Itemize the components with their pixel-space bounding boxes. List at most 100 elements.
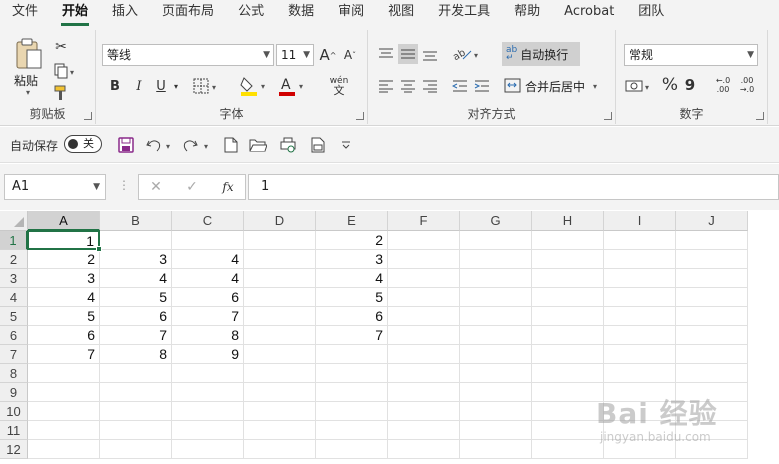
cell-b1[interactable] — [100, 231, 172, 250]
cell-g12[interactable] — [460, 440, 532, 459]
cell-b9[interactable] — [100, 383, 172, 402]
cell-e7[interactable] — [316, 345, 388, 364]
cell-e9[interactable] — [316, 383, 388, 402]
cell-j3[interactable] — [676, 269, 748, 288]
formula-input[interactable]: 1 — [248, 174, 779, 200]
cell-j1[interactable] — [676, 231, 748, 250]
cell-h8[interactable] — [532, 364, 604, 383]
font-color-icon[interactable]: A ▾ — [276, 74, 310, 98]
chevron-down-icon[interactable]: ▾ — [170, 76, 182, 96]
cell-h1[interactable] — [532, 231, 604, 250]
format-painter-icon[interactable] — [52, 84, 70, 102]
cell-j6[interactable] — [676, 326, 748, 345]
enter-icon[interactable]: ✓ — [183, 178, 201, 196]
cell-a6[interactable]: 6 — [28, 326, 100, 345]
undo-icon[interactable]: ▾ — [144, 135, 176, 155]
cell-d6[interactable] — [244, 326, 316, 345]
tab-help[interactable]: 帮助 — [502, 0, 552, 26]
cell-e5[interactable]: 6 — [316, 307, 388, 326]
cell-c8[interactable] — [172, 364, 244, 383]
save-icon[interactable] — [116, 135, 136, 155]
cell-g1[interactable] — [460, 231, 532, 250]
increase-decimal-icon[interactable]: ←.0.00 — [712, 74, 734, 96]
cell-c7[interactable]: 9 — [172, 345, 244, 364]
align-center-icon[interactable] — [398, 76, 418, 96]
insert-function-button[interactable]: fx — [217, 178, 239, 196]
italic-button[interactable]: I — [130, 76, 148, 96]
cell-f10[interactable] — [388, 402, 460, 421]
cell-a4[interactable]: 4 — [28, 288, 100, 307]
align-bottom-icon[interactable] — [420, 44, 440, 64]
cell-a3[interactable]: 3 — [28, 269, 100, 288]
merge-center-button[interactable]: 合并后居中 ▾ — [504, 76, 604, 96]
cell-c5[interactable]: 7 — [172, 307, 244, 326]
column-header-j[interactable]: J — [676, 211, 748, 231]
increase-indent-icon[interactable] — [472, 76, 492, 96]
cell-b10[interactable] — [100, 402, 172, 421]
cell-b6[interactable]: 7 — [100, 326, 172, 345]
column-header-f[interactable]: F — [388, 211, 460, 231]
bold-button[interactable]: B — [106, 76, 124, 96]
cell-i3[interactable] — [604, 269, 676, 288]
cell-f6[interactable] — [388, 326, 460, 345]
tab-view[interactable]: 视图 — [376, 0, 426, 26]
cell-g2[interactable] — [460, 250, 532, 269]
phonetic-guide-button[interactable]: wén 文 — [322, 74, 356, 98]
cell-f12[interactable] — [388, 440, 460, 459]
tab-team[interactable]: 团队 — [626, 0, 676, 26]
cell-h12[interactable] — [532, 440, 604, 459]
cell-a11[interactable] — [28, 421, 100, 440]
cell-c12[interactable] — [172, 440, 244, 459]
percent-style-button[interactable]: % — [660, 74, 680, 96]
cell-h3[interactable] — [532, 269, 604, 288]
cell-e10[interactable] — [316, 402, 388, 421]
cell-g9[interactable] — [460, 383, 532, 402]
align-middle-icon[interactable] — [398, 44, 418, 64]
row-header-1[interactable]: 1 — [0, 231, 28, 250]
autosave-toggle[interactable]: 关 — [64, 135, 102, 153]
cell-g5[interactable] — [460, 307, 532, 326]
cell-c10[interactable] — [172, 402, 244, 421]
select-all-corner[interactable] — [0, 211, 28, 231]
tab-home[interactable]: 开始 — [50, 0, 100, 26]
row-header-3[interactable]: 3 — [0, 269, 28, 288]
fill-handle[interactable] — [96, 246, 102, 252]
cell-f2[interactable] — [388, 250, 460, 269]
cell-b4[interactable]: 5 — [100, 288, 172, 307]
cell-f11[interactable] — [388, 421, 460, 440]
open-folder-icon[interactable] — [248, 135, 268, 155]
cell-a7[interactable]: 7 — [28, 345, 100, 364]
cell-b3[interactable]: 4 — [100, 269, 172, 288]
borders-icon[interactable]: ▾ — [192, 76, 222, 96]
row-header-11[interactable]: 11 — [0, 421, 28, 440]
cell-a8[interactable] — [28, 364, 100, 383]
cell-h4[interactable] — [532, 288, 604, 307]
cell-d3[interactable] — [244, 269, 316, 288]
row-header-5[interactable]: 5 — [0, 307, 28, 326]
cell-e8[interactable] — [316, 364, 388, 383]
cell-c4[interactable]: 6 — [172, 288, 244, 307]
cut-icon[interactable]: ✂ — [52, 38, 70, 56]
column-header-g[interactable]: G — [460, 211, 532, 231]
cell-h7[interactable] — [532, 345, 604, 364]
cell-d11[interactable] — [244, 421, 316, 440]
grow-font-button[interactable]: A ^ — [318, 44, 338, 66]
cell-a12[interactable] — [28, 440, 100, 459]
cell-d8[interactable] — [244, 364, 316, 383]
align-right-icon[interactable] — [420, 76, 440, 96]
column-header-i[interactable]: I — [604, 211, 676, 231]
cell-g3[interactable] — [460, 269, 532, 288]
tab-review[interactable]: 审阅 — [326, 0, 376, 26]
font-launcher-icon[interactable] — [356, 112, 364, 120]
font-size-select[interactable]: 11 ▼ — [276, 44, 314, 66]
cell-h9[interactable] — [532, 383, 604, 402]
wrap-text-button[interactable]: ab ↵ 自动换行 — [502, 42, 580, 66]
cell-g4[interactable] — [460, 288, 532, 307]
column-header-a[interactable]: A — [28, 211, 100, 231]
column-header-e[interactable]: E — [316, 211, 388, 231]
row-header-7[interactable]: 7 — [0, 345, 28, 364]
cell-d2[interactable] — [244, 250, 316, 269]
paste-dropdown-icon[interactable]: ▾ — [26, 88, 30, 97]
cell-i7[interactable] — [604, 345, 676, 364]
align-top-icon[interactable] — [376, 44, 396, 64]
